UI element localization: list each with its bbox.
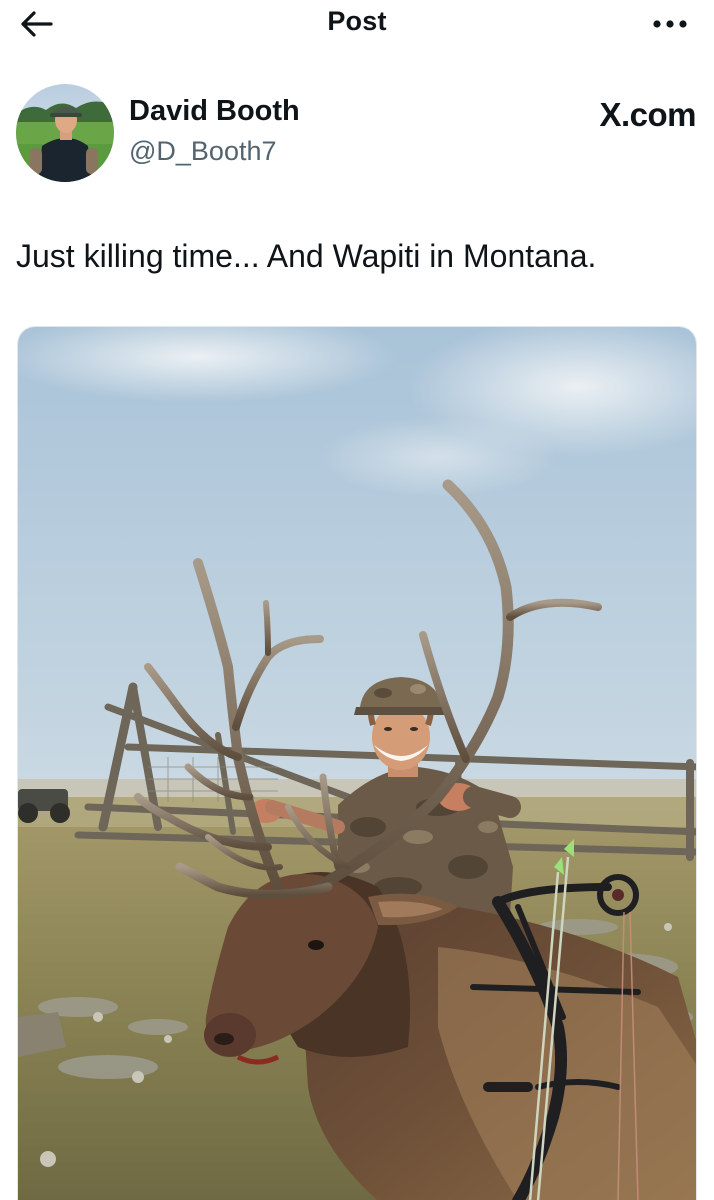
top-bar: Post: [0, 0, 714, 48]
more-horizontal-icon: [653, 20, 687, 28]
author-name[interactable]: David Booth: [129, 95, 300, 128]
post-page: Post David Booth @D_Booth7 X.com Just ki…: [0, 0, 714, 1200]
post-photo[interactable]: [17, 326, 697, 1200]
post-author: David Booth @D_Booth7 X.com: [16, 84, 696, 184]
author-handle[interactable]: @D_Booth7: [129, 136, 277, 167]
post-text: Just killing time... And Wapiti in Monta…: [16, 238, 597, 274]
brand-watermark: X.com: [599, 96, 696, 133]
more-options-button[interactable]: [648, 6, 692, 42]
avatar[interactable]: [16, 84, 114, 182]
page-title: Post: [327, 6, 387, 36]
